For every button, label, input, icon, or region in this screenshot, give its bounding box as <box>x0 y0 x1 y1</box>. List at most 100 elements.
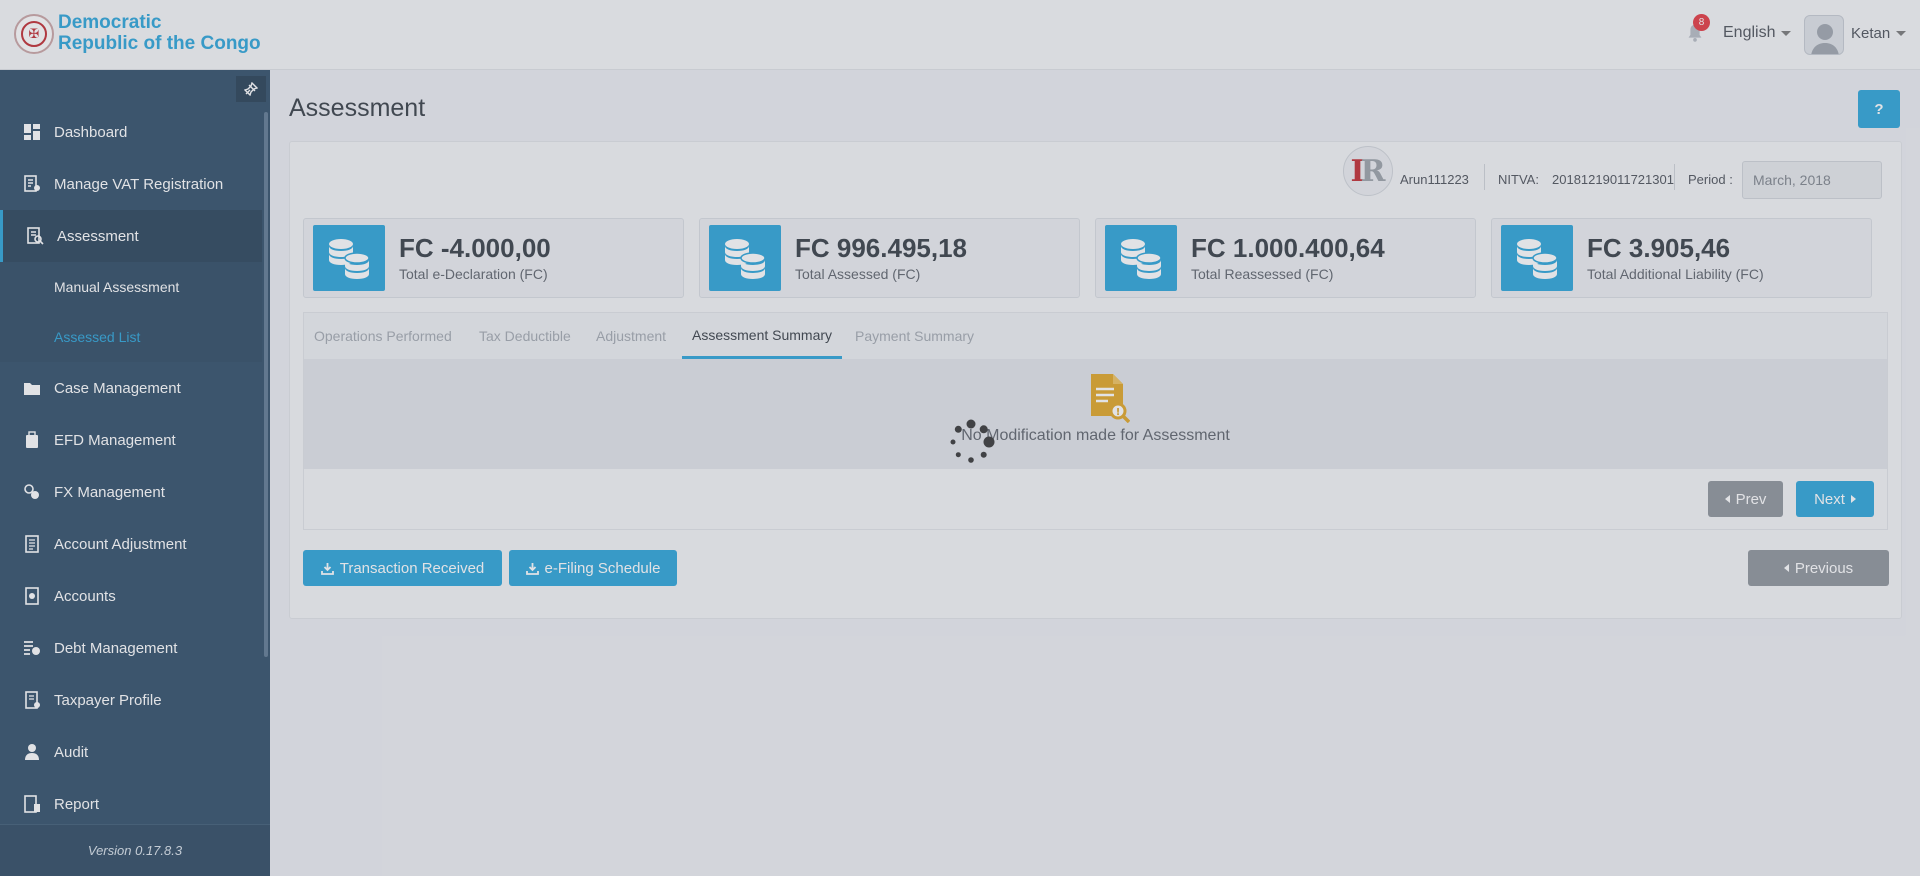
sidebar-item-account-adjustment[interactable]: Account Adjustment <box>0 518 262 570</box>
stat-label: Total Assessed (FC) <box>795 266 921 282</box>
sidebar-item-label: Audit <box>54 743 89 761</box>
assessment-card: IR Arun111223 NITVA: 20181219011721301 P… <box>289 141 1902 619</box>
sidebar-item-label: Assessed List <box>54 329 141 345</box>
folder-icon <box>24 383 40 395</box>
brand-line-2: Republic of the Congo <box>58 33 261 54</box>
exchange-icon <box>24 484 39 499</box>
e-filing-schedule-button[interactable]: e-Filing Schedule <box>509 550 677 586</box>
tab-payment-summary[interactable]: Payment Summary <box>855 313 974 359</box>
pager-bar: Prev Next <box>304 469 1887 529</box>
sidebar-item-label: EFD Management <box>54 431 176 449</box>
sidebar-item-debt-management[interactable]: Debt Management <box>0 622 262 674</box>
sidebar-item-assessment[interactable]: Assessment <box>0 210 262 262</box>
e-filing-schedule-label: e-Filing Schedule <box>544 559 661 577</box>
sidebar-subitem-assessed-list[interactable]: Assessed List <box>0 312 262 362</box>
divider <box>1484 164 1485 190</box>
period-field[interactable]: March, 2018 <box>1742 161 1882 199</box>
nitva-label: NITVA: <box>1498 172 1539 187</box>
chevron-down-icon <box>1781 30 1792 36</box>
pin-icon <box>244 82 258 96</box>
coins-icon <box>313 225 385 291</box>
assessment-icon <box>27 227 44 245</box>
sidebar-item-label: Manage VAT Registration <box>54 175 224 193</box>
coins-icon <box>1105 225 1177 291</box>
document-icon <box>25 535 39 553</box>
language-selector[interactable]: English <box>1723 24 1792 42</box>
caret-left-icon <box>1724 495 1730 503</box>
sidebar-item-efd-management[interactable]: EFD Management <box>0 414 262 466</box>
report-icon <box>24 795 40 813</box>
registration-icon <box>24 175 40 192</box>
tab-operations-performed[interactable]: Operations Performed <box>314 313 452 359</box>
sidebar-item-label: Report <box>54 795 100 813</box>
next-button-label: Next <box>1814 490 1845 508</box>
sidebar-item-label: Assessment <box>57 227 139 245</box>
help-button[interactable]: ? <box>1858 90 1900 128</box>
sidebar-subitem-manual-assessment[interactable]: Manual Assessment <box>0 262 262 312</box>
sidebar-item-label: Debt Management <box>54 639 178 657</box>
taxpayer-username: Arun111223 <box>1400 172 1469 187</box>
coins-icon <box>709 225 781 291</box>
top-header: ✠ Democratic Republic of the Congo 8 Eng… <box>0 0 1920 70</box>
sidebar-item-fx-management[interactable]: FX Management <box>0 466 262 518</box>
sidebar-item-audit[interactable]: Audit <box>0 726 262 778</box>
sidebar: Dashboard Manage VAT Registration Assess… <box>0 70 270 876</box>
stat-value: FC 996.495,18 <box>795 233 968 263</box>
user-name: Ketan <box>1851 25 1891 42</box>
app-version: Version 0.17.8.3 <box>0 824 270 876</box>
profile-document-icon <box>25 691 40 709</box>
loading-spinner-icon <box>950 419 995 463</box>
download-icon <box>525 562 539 575</box>
empty-state-message: No Modification made for Assessment <box>961 427 1230 444</box>
sidebar-item-taxpayer-profile[interactable]: Taxpayer Profile <box>0 674 262 726</box>
sidebar-item-label: Account Adjustment <box>54 535 187 553</box>
sidebar-item-manage-vat-registration[interactable]: Manage VAT Registration <box>0 158 262 210</box>
sidebar-item-label: FX Management <box>54 483 165 501</box>
previous-button[interactable]: Previous <box>1748 550 1889 586</box>
page-title: Assessment <box>289 94 426 122</box>
period-label: Period : <box>1688 172 1733 187</box>
brand-line-1: Democratic <box>58 12 162 33</box>
next-button[interactable]: Next <box>1796 481 1874 517</box>
prev-button-label: Prev <box>1735 490 1767 508</box>
sidebar-scrollbar[interactable] <box>264 112 268 657</box>
tab-bar: Operations Performed Tax Deductible Adju… <box>304 313 1887 359</box>
dashboard-icon <box>24 124 40 140</box>
svg-text:!: ! <box>1116 407 1121 418</box>
caret-left-icon <box>1783 564 1789 572</box>
brand-title: Democratic Republic of the Congo <box>58 12 261 54</box>
ledger-icon <box>25 587 39 605</box>
pin-sidebar-button[interactable] <box>236 76 266 102</box>
stat-card-total-assessed: FC 996.495,18 Total Assessed (FC) <box>699 218 1080 298</box>
chevron-down-icon <box>1896 31 1907 36</box>
sidebar-nav: Dashboard Manage VAT Registration Assess… <box>0 106 262 830</box>
transaction-received-button[interactable]: Transaction Received <box>303 550 502 586</box>
tab-content: ! No Modification made for Assessment <box>304 359 1887 469</box>
stat-label: Total Reassessed (FC) <box>1191 266 1334 282</box>
download-icon <box>320 562 334 575</box>
prev-button[interactable]: Prev <box>1708 481 1783 517</box>
sidebar-item-accounts[interactable]: Accounts <box>0 570 262 622</box>
taxpayer-logo: IR <box>1343 146 1393 196</box>
sidebar-item-report[interactable]: Report <box>0 778 262 830</box>
notification-badge: 8 <box>1693 14 1710 31</box>
document-search-icon: ! <box>1091 374 1130 423</box>
debt-icon <box>24 641 40 655</box>
language-label: English <box>1723 24 1776 41</box>
user-menu[interactable]: Ketan <box>1851 25 1907 42</box>
sidebar-item-label: Dashboard <box>54 123 128 141</box>
tab-adjustment[interactable]: Adjustment <box>596 313 666 359</box>
avatar[interactable] <box>1804 15 1844 55</box>
sidebar-item-case-management[interactable]: Case Management <box>0 362 262 414</box>
stat-value: FC 3.905,46 <box>1587 233 1731 263</box>
caret-right-icon <box>1850 495 1856 503</box>
transaction-received-label: Transaction Received <box>339 559 485 577</box>
sidebar-item-dashboard[interactable]: Dashboard <box>0 106 262 158</box>
tab-tax-deductible[interactable]: Tax Deductible <box>479 313 571 359</box>
previous-button-label: Previous <box>1794 559 1854 577</box>
device-icon <box>26 431 38 448</box>
sidebar-item-label: Case Management <box>54 379 181 397</box>
divider <box>1674 164 1675 190</box>
tab-assessment-summary[interactable]: Assessment Summary <box>682 313 843 359</box>
coat-of-arms-logo: ✠ <box>14 14 54 54</box>
